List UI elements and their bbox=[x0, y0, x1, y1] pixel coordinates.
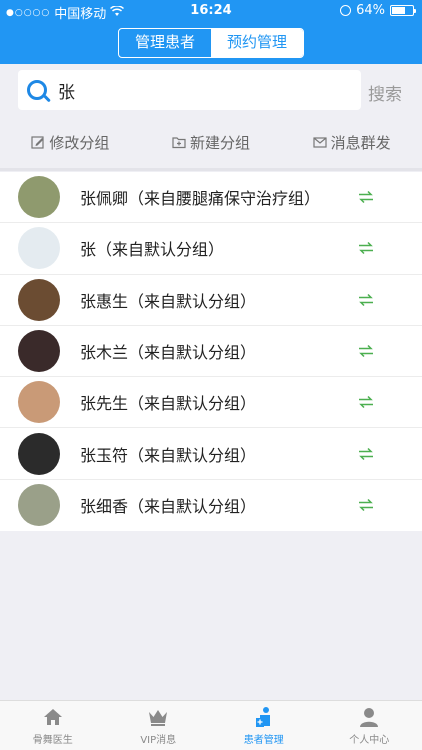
avatar bbox=[18, 484, 60, 527]
swap-icon[interactable] bbox=[358, 241, 374, 255]
list-item[interactable]: 张佩卿（来自腰腿痛保守治疗组） bbox=[0, 172, 422, 224]
header: ●○○○○ 中国移动 16:24 64% 管理患者 预约管理 bbox=[0, 0, 422, 64]
tab-patients[interactable]: 患者管理 bbox=[211, 701, 317, 750]
tab-vip[interactable]: VIP消息 bbox=[106, 701, 212, 750]
tab-manage-patients[interactable]: 管理患者 bbox=[119, 29, 211, 57]
mail-icon bbox=[313, 137, 327, 148]
new-group-label: 新建分组 bbox=[190, 133, 251, 152]
avatar-image bbox=[18, 278, 60, 321]
patient-name: 张玉符（来自默认分组） bbox=[80, 445, 257, 465]
broadcast-label: 消息群发 bbox=[330, 133, 391, 152]
edit-group-label: 修改分组 bbox=[49, 133, 110, 152]
edit-icon bbox=[31, 136, 44, 149]
swap-icon[interactable] bbox=[358, 190, 374, 204]
patient-name: 张先生（来自默认分组） bbox=[80, 394, 257, 414]
segment-control: 管理患者 预约管理 bbox=[118, 28, 304, 58]
avatar-image bbox=[18, 227, 60, 270]
battery-icon bbox=[390, 5, 416, 16]
avatar-image bbox=[18, 330, 60, 373]
broadcast-button[interactable]: 消息群发 bbox=[281, 132, 422, 153]
search-area: 搜索 bbox=[0, 64, 422, 116]
swap-icon[interactable] bbox=[358, 344, 374, 358]
action-bar: 修改分组 新建分组 消息群发 bbox=[0, 116, 422, 168]
list-item[interactable]: 张先生（来自默认分组） bbox=[0, 377, 422, 429]
swap-icon[interactable] bbox=[358, 498, 374, 512]
patient-name: 张木兰（来自默认分组） bbox=[80, 343, 257, 363]
list-item[interactable]: 张（来自默认分组） bbox=[0, 223, 422, 275]
swap-icon[interactable] bbox=[358, 395, 374, 409]
folder-add-icon bbox=[172, 137, 186, 149]
tab-appointments[interactable]: 预约管理 bbox=[211, 29, 303, 57]
avatar-image bbox=[18, 432, 60, 475]
rotation-lock-icon bbox=[340, 5, 352, 16]
list-item[interactable]: 张细香（来自默认分组） bbox=[0, 480, 422, 531]
patient-name: 张佩卿（来自腰腿痛保守治疗组） bbox=[80, 189, 321, 209]
list-item[interactable]: 张玉符（来自默认分组） bbox=[0, 428, 422, 480]
search-button[interactable]: 搜索 bbox=[368, 80, 402, 105]
tab-home[interactable]: 骨舞医生 bbox=[0, 701, 106, 750]
tab-label: 骨舞医生 bbox=[32, 735, 73, 746]
patient-list: 张佩卿（来自腰腿痛保守治疗组） 张（来自默认分组） 张惠生（来自默认分组） 张木… bbox=[0, 172, 422, 532]
avatar-image bbox=[18, 176, 60, 219]
divider bbox=[0, 168, 422, 171]
avatar-image bbox=[18, 484, 60, 527]
patient-name: 张（来自默认分组） bbox=[80, 240, 225, 260]
search-box[interactable] bbox=[18, 70, 361, 110]
tab-profile[interactable]: 个人中心 bbox=[317, 701, 422, 750]
tab-label: VIP消息 bbox=[140, 735, 177, 746]
home-icon bbox=[43, 709, 62, 725]
new-group-button[interactable]: 新建分组 bbox=[141, 132, 282, 153]
tab-label: 患者管理 bbox=[243, 735, 284, 746]
search-input[interactable] bbox=[58, 70, 348, 110]
list-item[interactable]: 张惠生（来自默认分组） bbox=[0, 275, 422, 326]
search-icon bbox=[27, 80, 47, 100]
tab-bar: 骨舞医生 VIP消息 患者管理 个人中心 bbox=[0, 700, 422, 750]
status-bar: ●○○○○ 中国移动 16:24 64% bbox=[0, 0, 422, 22]
edit-group-button[interactable]: 修改分组 bbox=[0, 132, 141, 153]
battery-fill bbox=[392, 7, 405, 14]
swap-icon[interactable] bbox=[358, 447, 374, 461]
battery-percent: 64% bbox=[356, 3, 385, 18]
avatar bbox=[18, 432, 60, 475]
avatar-image bbox=[18, 381, 60, 424]
crown-icon bbox=[149, 710, 168, 726]
patient-name: 张细香（来自默认分组） bbox=[80, 497, 257, 517]
list-item[interactable]: 张木兰（来自默认分组） bbox=[0, 326, 422, 378]
avatar bbox=[18, 330, 60, 373]
avatar bbox=[18, 278, 60, 321]
swap-icon[interactable] bbox=[358, 293, 374, 307]
avatar bbox=[18, 176, 60, 219]
avatar bbox=[18, 381, 60, 424]
avatar bbox=[18, 227, 60, 270]
tab-label: 个人中心 bbox=[349, 735, 390, 746]
patient-icon bbox=[255, 707, 270, 727]
person-icon bbox=[360, 708, 379, 727]
patient-name: 张惠生（来自默认分组） bbox=[80, 291, 257, 311]
